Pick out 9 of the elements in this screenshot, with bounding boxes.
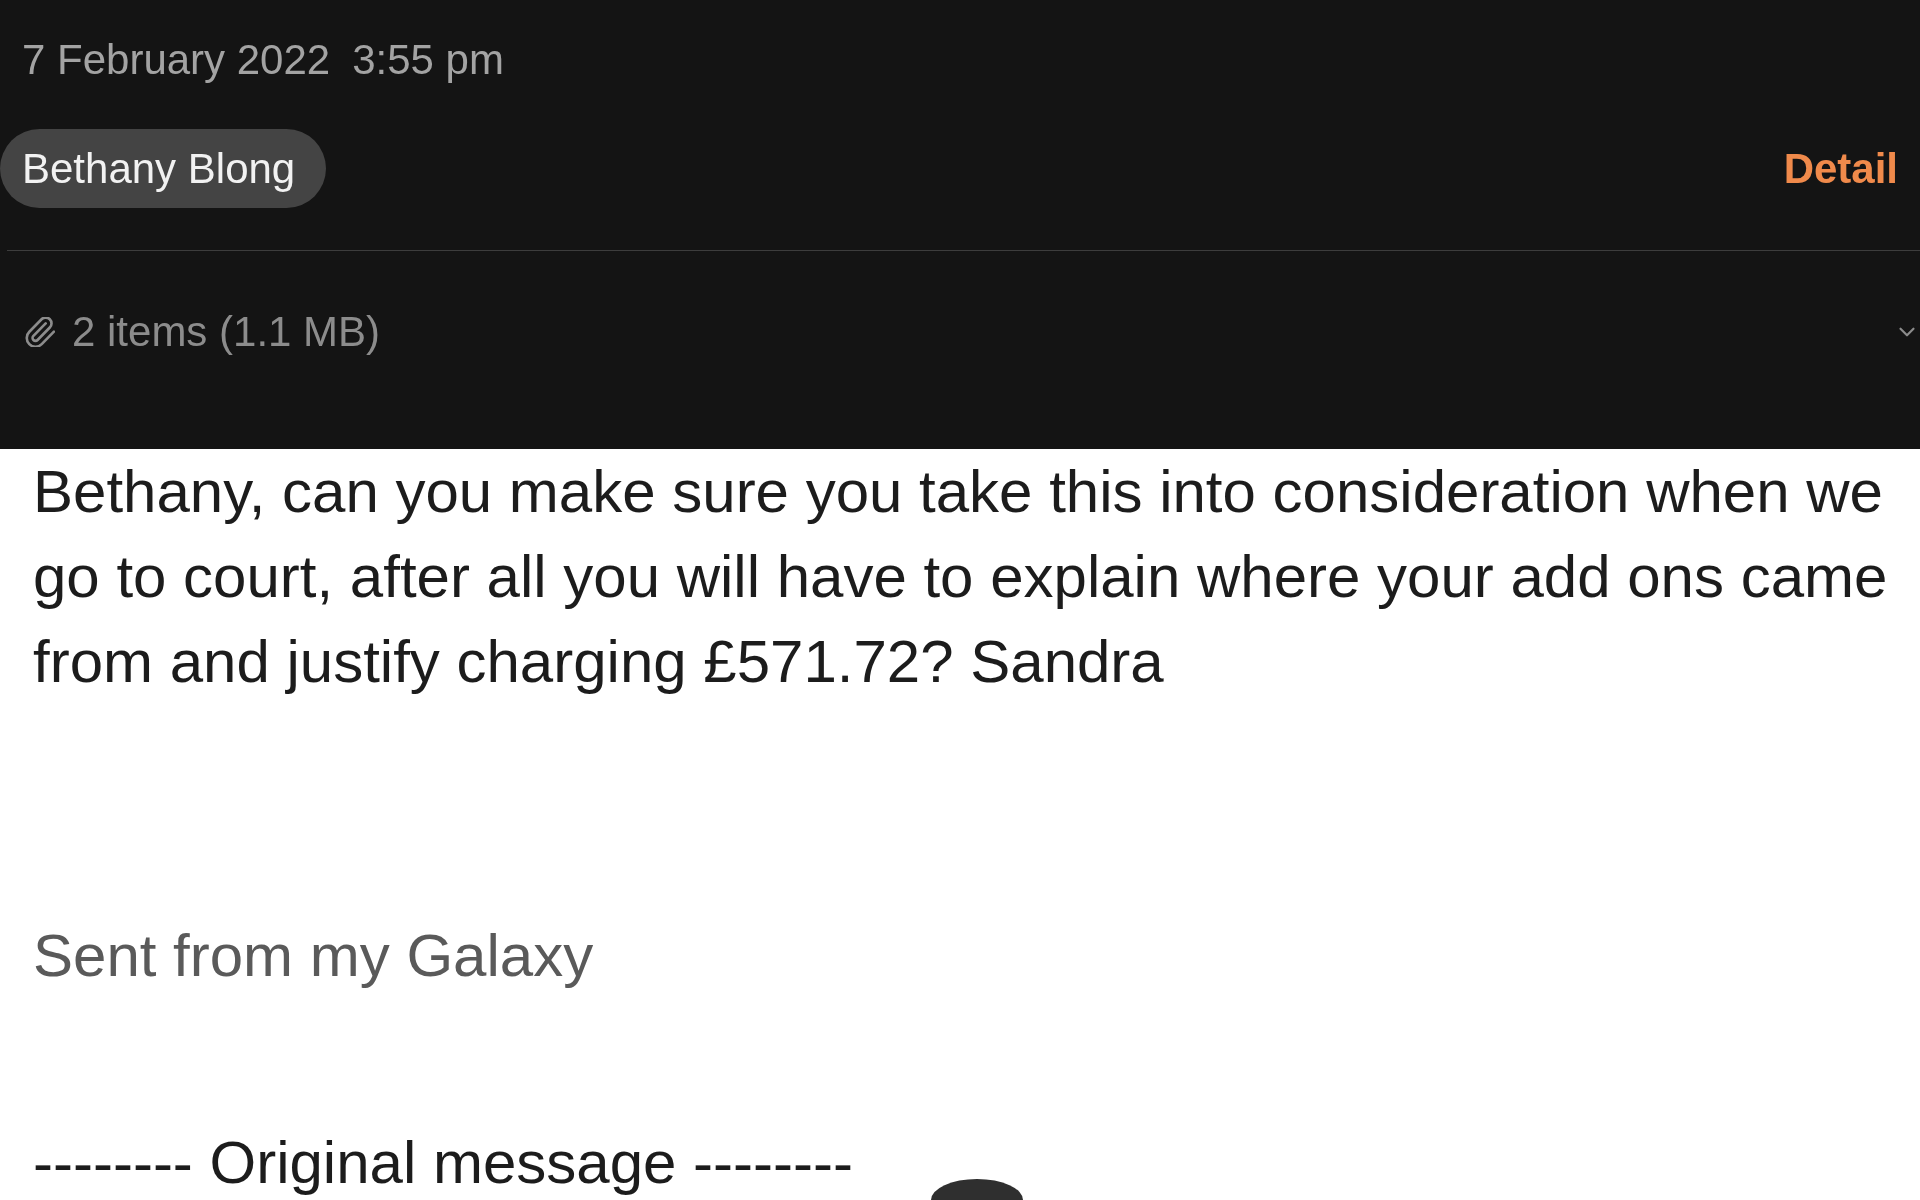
recipient-chip[interactable]: Bethany Blong (0, 129, 327, 208)
message-date: 7 February 2022 (22, 35, 331, 85)
message-paragraph: Bethany, can you make sure you take this into consideration when we go to court, after all you will have to explain where your add ons came from and justify charging £571.72? Sandra (33, 457, 1889, 697)
details-link[interactable]: Detail (1783, 143, 1920, 194)
paperclip-icon (25, 316, 55, 347)
message-time: 3:55 pm (352, 35, 504, 85)
quote-separator: -------- Original message -------- (33, 1132, 853, 1194)
attachments-summary[interactable]: 2 items (1.1 MB) (72, 306, 381, 357)
signature-text: Sent from my Galaxy (33, 921, 594, 991)
